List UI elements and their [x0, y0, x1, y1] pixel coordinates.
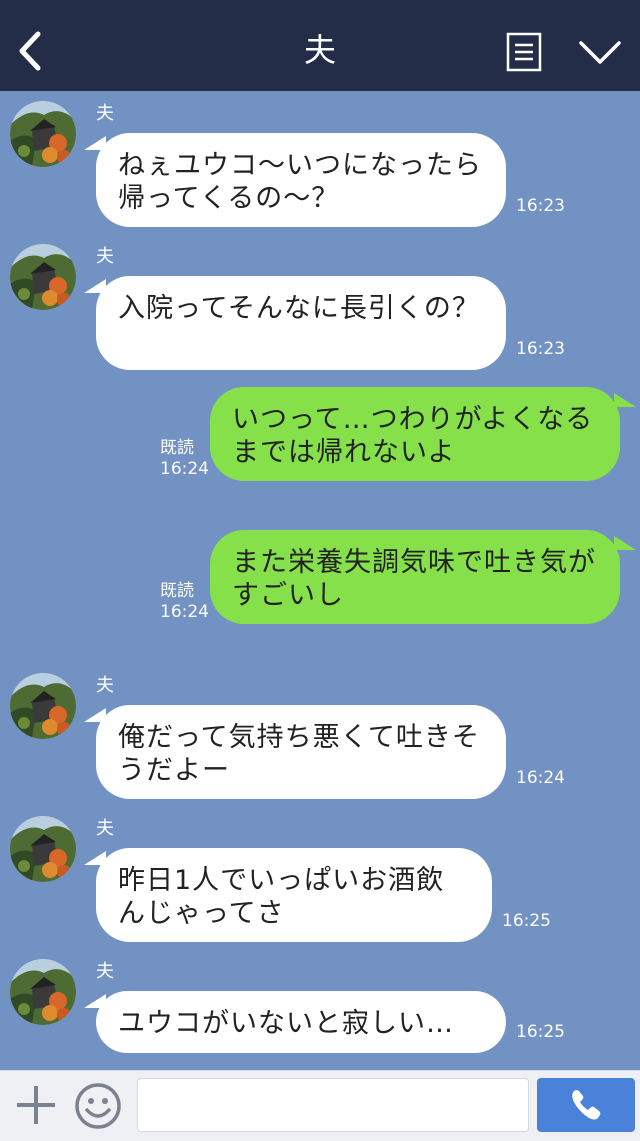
avatar[interactable] [10, 959, 76, 1025]
avatar[interactable] [10, 244, 76, 310]
message-time: 16:24 [516, 768, 565, 788]
call-button[interactable] [537, 1078, 635, 1132]
message-bubble[interactable]: 俺だって気持ち悪くて吐きそうだよー [96, 705, 506, 799]
message-bubble[interactable]: ねぇユウコ〜いつになったら帰ってくるの〜？ [96, 133, 506, 227]
smiley-icon [75, 1083, 121, 1129]
sender-name: 夫 [96, 961, 114, 982]
read-receipt: 既読 [160, 581, 194, 601]
plus-icon [17, 1086, 55, 1124]
message-time: 16:23 [516, 339, 565, 359]
message-time: 16:24 [160, 459, 209, 479]
message-input[interactable] [137, 1078, 529, 1132]
message-bubble[interactable]: また栄養失調気味で吐き気がすごいし [210, 530, 620, 624]
message-time: 16:25 [502, 911, 551, 931]
message-bubble[interactable]: 昨日1人でいっぱいお酒飲んじゃってさ [96, 848, 492, 942]
message-time: 16:23 [516, 196, 565, 216]
message-time: 16:24 [160, 602, 209, 622]
avatar[interactable] [10, 101, 76, 167]
input-bar [0, 1070, 640, 1141]
sender-name: 夫 [96, 246, 114, 267]
emoji-button[interactable] [74, 1082, 122, 1130]
sender-name: 夫 [96, 103, 114, 124]
message-bubble[interactable]: いつって…つわりがよくなるまでは帰れないよ [210, 387, 620, 481]
avatar[interactable] [10, 816, 76, 882]
message-bubble[interactable]: 入院ってそんなに長引くの？ [96, 276, 506, 370]
bubble-tail [614, 393, 636, 407]
avatar[interactable] [10, 673, 76, 739]
add-button[interactable] [14, 1083, 58, 1127]
collapse-button[interactable] [578, 38, 622, 66]
message-bubble[interactable]: ユウコがいないと寂しい… [96, 991, 506, 1053]
bubble-tail [614, 536, 636, 550]
menu-button[interactable] [506, 32, 542, 72]
phone-icon [572, 1090, 601, 1120]
chat-title: 夫 [303, 31, 336, 69]
message-time: 16:25 [516, 1022, 565, 1042]
chat-header: 夫 [0, 0, 640, 91]
sender-name: 夫 [96, 818, 114, 839]
list-icon [506, 32, 542, 72]
sender-name: 夫 [96, 675, 114, 696]
read-receipt: 既読 [160, 438, 194, 458]
chevron-down-icon [579, 41, 621, 64]
